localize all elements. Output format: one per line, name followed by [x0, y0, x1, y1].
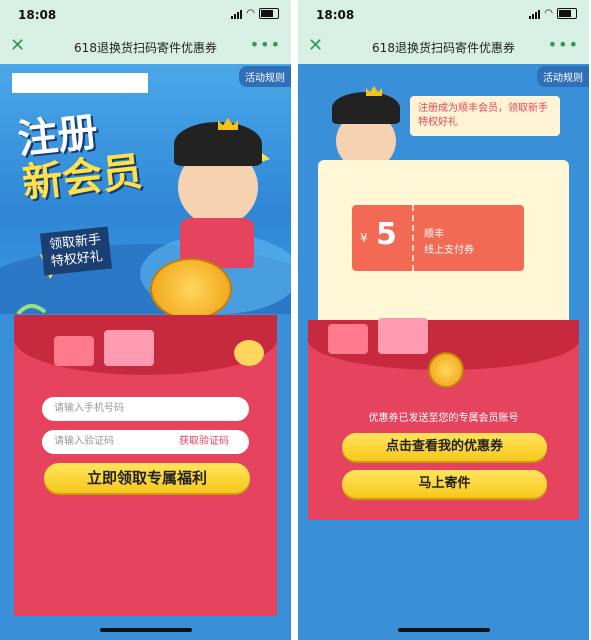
home-indicator: [398, 628, 490, 632]
footer-background: [298, 520, 589, 616]
battery-icon: [259, 8, 279, 19]
wifi-icon: ◠: [246, 8, 255, 19]
phone-screen-success: 18:08 ◠ ✕ 618退换货扫码寄件优惠券 ••• 活动规则 注册成为顺丰会…: [298, 0, 589, 640]
screen-divider: [291, 0, 298, 640]
bottom-bar: [0, 616, 291, 640]
rules-tab[interactable]: 活动规则: [537, 66, 589, 87]
bottom-bar: [298, 616, 589, 640]
nav-bar: ✕ 618退换货扫码寄件优惠券 •••: [298, 30, 589, 64]
signal-icon: [231, 9, 243, 19]
phone-number-input[interactable]: 请输入手机号码: [42, 397, 249, 421]
ship-now-button[interactable]: 马上寄件: [342, 470, 547, 498]
more-icon[interactable]: •••: [250, 35, 281, 54]
status-bar: 18:08 ◠: [298, 0, 589, 30]
intro-speech-bubble: 注册成为顺丰会员，领取新手特权好礼: [410, 96, 560, 136]
gift-boxes-decoration: [14, 330, 277, 370]
nav-title: 618退换货扫码寄件优惠券: [372, 41, 515, 55]
coupon-card[interactable]: ¥ 5 顺丰 线上支付券: [352, 205, 524, 271]
claim-benefits-button[interactable]: 立即领取专属福利: [44, 463, 250, 493]
more-icon[interactable]: •••: [548, 35, 579, 54]
header-blank-bar: [12, 73, 148, 93]
nav-bar: ✕ 618退换货扫码寄件优惠券 •••: [0, 30, 291, 64]
status-bar: 18:08 ◠: [0, 0, 291, 30]
coupon-type: 线上支付券: [424, 245, 474, 256]
get-code-link[interactable]: 获取验证码: [179, 430, 229, 454]
verification-code-input[interactable]: 请输入验证码 获取验证码: [42, 430, 249, 454]
status-icons: ◠: [529, 8, 577, 19]
sf-coin-icon: [150, 258, 232, 320]
coupon-sent-message: 优惠券已发送至您的专属会员账号: [368, 413, 519, 424]
rules-tab[interactable]: 活动规则: [239, 66, 291, 87]
coupon-brand: 顺丰: [424, 229, 444, 240]
mascot-illustration: [150, 118, 270, 320]
battery-icon: [557, 8, 577, 19]
wifi-icon: ◠: [544, 8, 553, 19]
signal-icon: [529, 9, 541, 19]
nav-title: 618退换货扫码寄件优惠券: [74, 41, 217, 55]
status-time: 18:08: [18, 8, 57, 22]
view-coupons-button[interactable]: 点击查看我的优惠券: [342, 433, 547, 461]
status-icons: ◠: [231, 8, 279, 19]
home-indicator: [100, 628, 192, 632]
sf-seal-icon: [428, 352, 464, 388]
status-time: 18:08: [316, 8, 355, 22]
coupon-currency: ¥: [360, 231, 368, 245]
coupon-amount: 5: [376, 217, 397, 252]
hero-title: 注册 新会员: [16, 106, 145, 207]
hero-subtitle: 领取新手 特权好礼: [39, 226, 113, 276]
verification-code-placeholder: 请输入验证码: [54, 436, 114, 447]
phone-screen-register: 18:08 ◠ ✕ 618退换货扫码寄件优惠券 ••• 活动规则 注册 新会员 …: [0, 0, 291, 640]
